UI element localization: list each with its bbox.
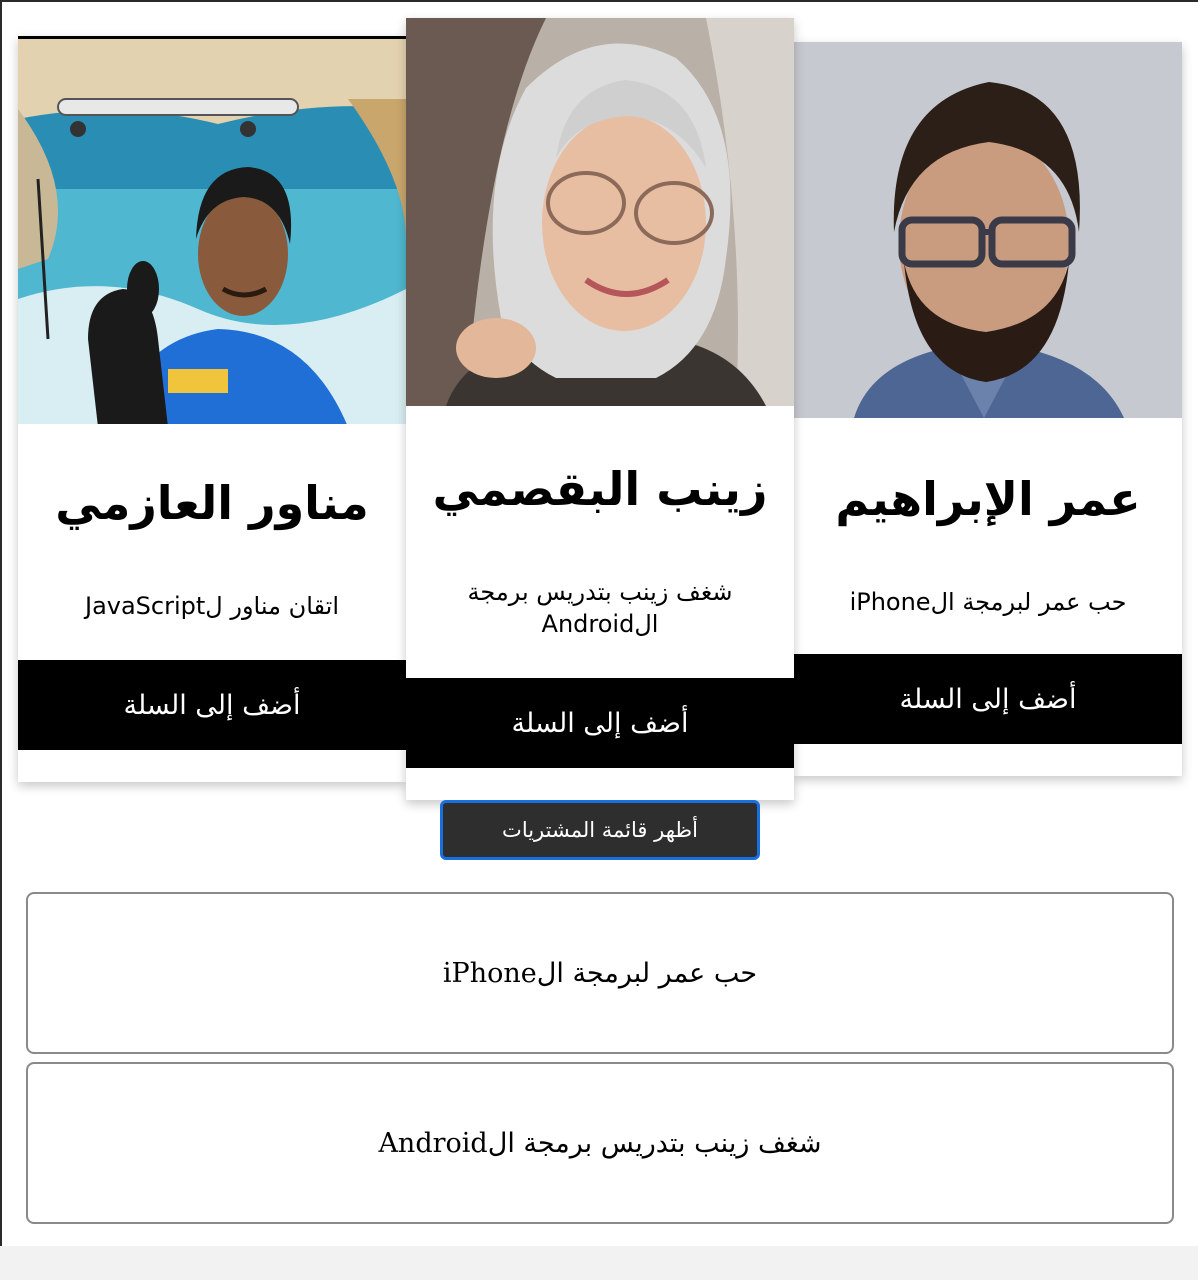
product-card-zainab: زينب البقصمي شغف زينب بتدريس برمجة الAnd… [406, 18, 794, 800]
card-name: مناور العازمي [55, 476, 369, 530]
photo-omar [794, 42, 1182, 418]
purchase-item-text: حب عمر لبرمجة الiPhone [442, 957, 758, 989]
add-to-cart-button[interactable]: أضف إلى السلة [794, 654, 1182, 744]
window-top-border [0, 0, 1198, 2]
card-description: شغف زينب بتدريس برمجة الAndroid [467, 578, 733, 638]
purchase-list-item: شغف زينب بتدريس برمجة الAndroid [26, 1062, 1174, 1224]
card-name: زينب البقصمي [432, 462, 768, 516]
purchase-item-text: شغف زينب بتدريس برمجة الAndroid [378, 1127, 822, 1159]
card-description: حب عمر لبرمجة الiPhone [849, 588, 1127, 616]
photo-manawer [18, 36, 406, 424]
add-to-cart-button[interactable]: أضف إلى السلة [18, 660, 406, 750]
photo-zainab [406, 18, 794, 406]
product-card-manawer: مناور العازمي اتقان مناور لJavaScript أض… [18, 36, 406, 782]
add-to-cart-button[interactable]: أضف إلى السلة [406, 678, 794, 768]
window-left-border [0, 0, 2, 1280]
page-footer-strip [0, 1246, 1198, 1280]
card-description: اتقان مناور لJavaScript [84, 592, 340, 620]
show-purchase-list-button[interactable]: أظهر قائمة المشتريات [440, 800, 760, 860]
purchase-list-item: حب عمر لبرمجة الiPhone [26, 892, 1174, 1054]
product-card-omar: عمر الإبراهيم حب عمر لبرمجة الiPhone أضف… [794, 42, 1182, 776]
card-name: عمر الإبراهيم [835, 472, 1141, 526]
